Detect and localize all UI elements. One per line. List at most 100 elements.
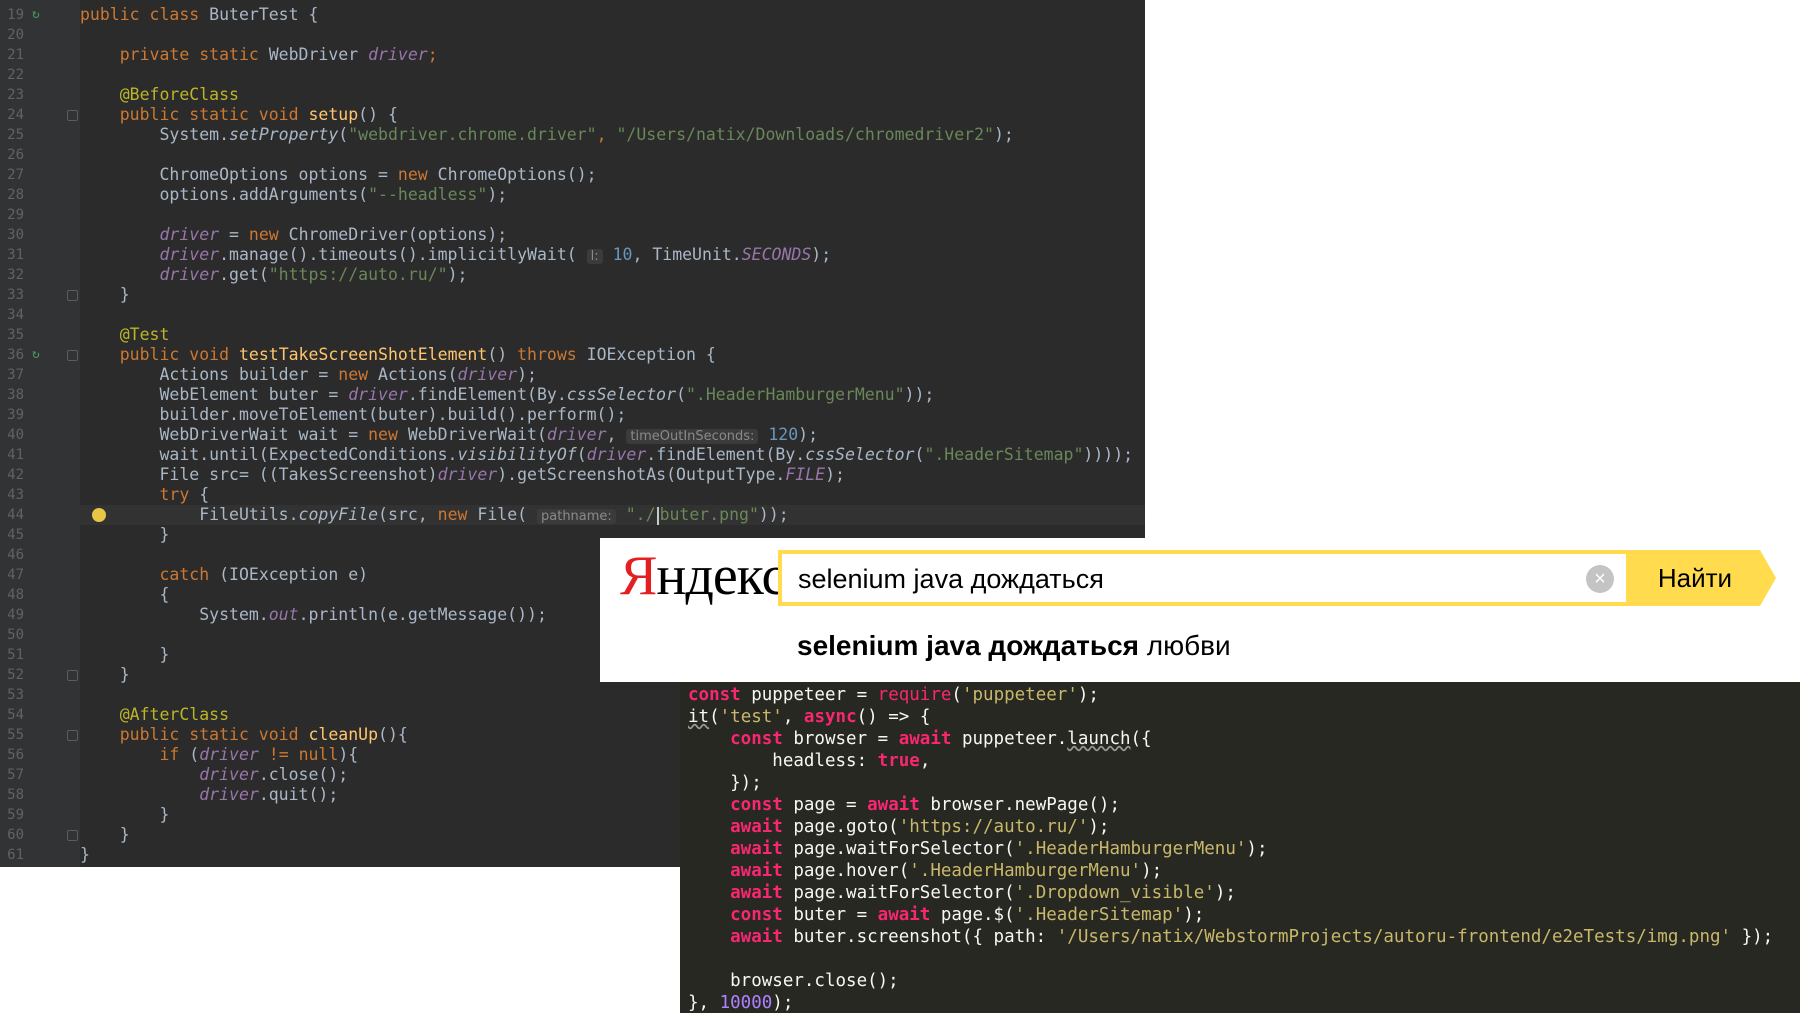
code-line[interactable]: System.setProperty("webdriver.chrome.dri… [80, 125, 1013, 145]
line-number: 57 [7, 767, 24, 783]
js-code-line[interactable]: await page.goto('https://auto.ru/'); [688, 816, 1109, 838]
code-line[interactable]: options.addArguments("--headless"); [80, 185, 507, 205]
code-line[interactable]: driver.close(); [80, 765, 348, 785]
code-line[interactable]: } [80, 845, 90, 865]
code-line[interactable]: try { [80, 485, 209, 505]
search-button-arrow [1760, 550, 1776, 606]
line-number: 28 [7, 187, 24, 203]
line-number: 36 [7, 347, 24, 363]
fold-marker-icon[interactable] [67, 290, 78, 301]
code-line[interactable]: public class ButerTest { [80, 5, 318, 25]
line-number: 41 [7, 447, 24, 463]
js-code-line[interactable]: it('test', async() => { [688, 706, 930, 728]
code-line[interactable]: ChromeOptions options = new ChromeOption… [80, 165, 596, 185]
line-number: 56 [7, 747, 24, 763]
line-number: 38 [7, 387, 24, 403]
line-number: 58 [7, 787, 24, 803]
code-line[interactable]: } [80, 825, 130, 845]
fold-marker-icon[interactable] [67, 350, 78, 361]
fold-marker-icon[interactable] [67, 110, 78, 121]
fold-marker-icon[interactable] [67, 670, 78, 681]
line-number: 60 [7, 827, 24, 843]
clear-icon[interactable]: × [1586, 565, 1614, 593]
line-number: 48 [7, 587, 24, 603]
code-line[interactable]: catch (IOException e) [80, 565, 368, 585]
text-caret [656, 506, 659, 525]
code-line[interactable]: driver.quit(); [80, 785, 338, 805]
line-number: 42 [7, 467, 24, 483]
line-number: 49 [7, 607, 24, 623]
code-line[interactable]: WebDriverWait wait = new WebDriverWait(d… [80, 425, 818, 447]
js-code-line[interactable]: }); [688, 772, 762, 794]
run-test-icon[interactable]: ↻ [32, 347, 48, 363]
code-line[interactable]: @Test [80, 325, 170, 345]
search-input[interactable]: selenium java дождаться × [778, 550, 1630, 606]
parameter-hint: l: [586, 249, 603, 264]
code-line[interactable]: FileUtils.copyFile(src, new File( pathna… [80, 505, 789, 527]
line-number: 31 [7, 247, 24, 263]
code-line[interactable]: @AfterClass [80, 705, 229, 725]
line-number: 27 [7, 167, 24, 183]
code-line[interactable]: @BeforeClass [80, 85, 239, 105]
js-code-line[interactable]: const buter = await page.$('.HeaderSitem… [688, 904, 1204, 926]
line-number: 52 [7, 667, 24, 683]
search-suggestion[interactable]: selenium java дождаться любви [797, 630, 1231, 662]
code-line[interactable]: System.out.println(e.getMessage()); [80, 605, 547, 625]
line-number: 54 [7, 707, 24, 723]
code-line[interactable]: Actions builder = new Actions(driver); [80, 365, 537, 385]
line-number: 50 [7, 627, 24, 643]
line-number: 21 [7, 47, 24, 63]
line-number: 20 [7, 27, 24, 43]
search-query-text[interactable]: selenium java дождаться [798, 564, 1104, 595]
js-code-line[interactable]: const browser = await puppeteer.launch({ [688, 728, 1151, 750]
fold-marker-icon[interactable] [67, 830, 78, 841]
line-number: 45 [7, 527, 24, 543]
code-line[interactable]: private static WebDriver driver; [80, 45, 438, 65]
js-code-line[interactable]: await page.hover('.HeaderHamburgerMenu')… [688, 860, 1162, 882]
code-line[interactable]: } [80, 525, 169, 545]
line-number: 61 [7, 847, 24, 863]
code-line[interactable]: driver = new ChromeDriver(options); [80, 225, 507, 245]
code-line[interactable]: File src= ((TakesScreenshot)driver).getS… [80, 465, 844, 485]
yandex-logo: Яндекс [620, 545, 786, 607]
code-line[interactable]: builder.moveToElement(buter).build().per… [80, 405, 626, 425]
code-line[interactable]: public void testTakeScreenShotElement() … [80, 345, 716, 365]
code-line[interactable]: } [80, 805, 169, 825]
search-button[interactable]: Найти [1630, 550, 1760, 606]
js-code-line[interactable]: headless: true, [688, 750, 930, 772]
parameter-hint: pathname: [537, 509, 616, 524]
code-line[interactable]: wait.until(ExpectedConditions.visibility… [80, 445, 1133, 465]
js-code-line[interactable]: browser.close(); [688, 970, 899, 992]
code-line[interactable]: public static void cleanUp(){ [80, 725, 408, 745]
code-line[interactable]: WebElement buter = driver.findElement(By… [80, 385, 934, 405]
line-number: 23 [7, 87, 24, 103]
code-line[interactable]: } [80, 645, 169, 665]
line-number: 30 [7, 227, 24, 243]
line-number: 39 [7, 407, 24, 423]
line-number: 46 [7, 547, 24, 563]
code-line[interactable]: driver.get("https://auto.ru/"); [80, 265, 467, 285]
line-number: 40 [7, 427, 24, 443]
line-number: 26 [7, 147, 24, 163]
code-line[interactable]: driver.manage().timeouts().implicitlyWai… [80, 245, 831, 267]
code-line[interactable]: } [80, 665, 130, 685]
js-code-line[interactable]: const puppeteer = require('puppeteer'); [688, 684, 1099, 706]
js-code-line[interactable]: await page.waitForSelector('.Dropdown_vi… [688, 882, 1236, 904]
run-test-icon[interactable]: ↻ [32, 7, 48, 23]
line-number: 51 [7, 647, 24, 663]
yandex-search-panel: Яндекс selenium java дождаться × Найти s… [600, 538, 1800, 682]
line-number: 47 [7, 567, 24, 583]
js-code-line[interactable]: }, 10000); [688, 992, 793, 1013]
js-code-line[interactable]: const page = await browser.newPage(); [688, 794, 1120, 816]
line-number: 35 [7, 327, 24, 343]
js-code-editor[interactable]: const puppeteer = require('puppeteer'); i… [680, 680, 1800, 1013]
code-line[interactable]: if (driver != null){ [80, 745, 358, 765]
code-line[interactable]: } [80, 285, 130, 305]
logo-first-letter: Я [620, 545, 657, 607]
code-line[interactable]: public static void setup() { [80, 105, 398, 125]
js-code-line[interactable]: await buter.screenshot({ path: '/Users/n… [688, 926, 1773, 948]
js-code-line[interactable]: await page.waitForSelector('.HeaderHambu… [688, 838, 1267, 860]
line-number: 59 [7, 807, 24, 823]
code-line[interactable]: { [80, 585, 169, 605]
fold-marker-icon[interactable] [67, 730, 78, 741]
